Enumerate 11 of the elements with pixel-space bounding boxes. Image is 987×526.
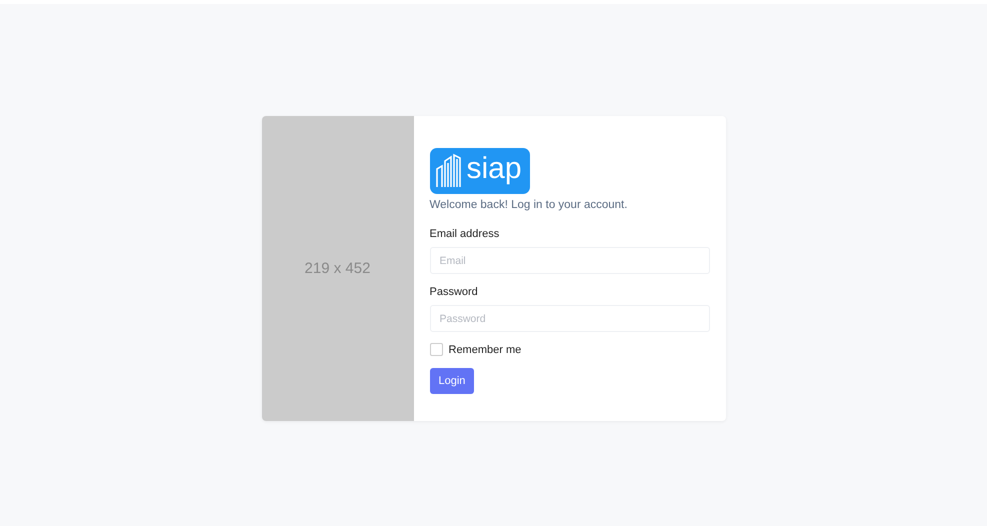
field-label: Email address xyxy=(430,228,500,240)
input-field[interactable]: Email xyxy=(430,247,710,274)
image-size-text: 219 x 452 xyxy=(304,260,370,277)
login-button[interactable]: Login xyxy=(430,368,474,394)
logo: siap xyxy=(430,148,530,194)
field-label: Password xyxy=(430,286,479,298)
input-field[interactable]: Password xyxy=(430,305,710,332)
remember-checkbox[interactable] xyxy=(430,343,442,356)
remember-label: Remember me xyxy=(448,344,522,356)
welcome-text: Welcome back! Log in to your account. xyxy=(430,199,628,211)
building-icon xyxy=(434,153,464,189)
